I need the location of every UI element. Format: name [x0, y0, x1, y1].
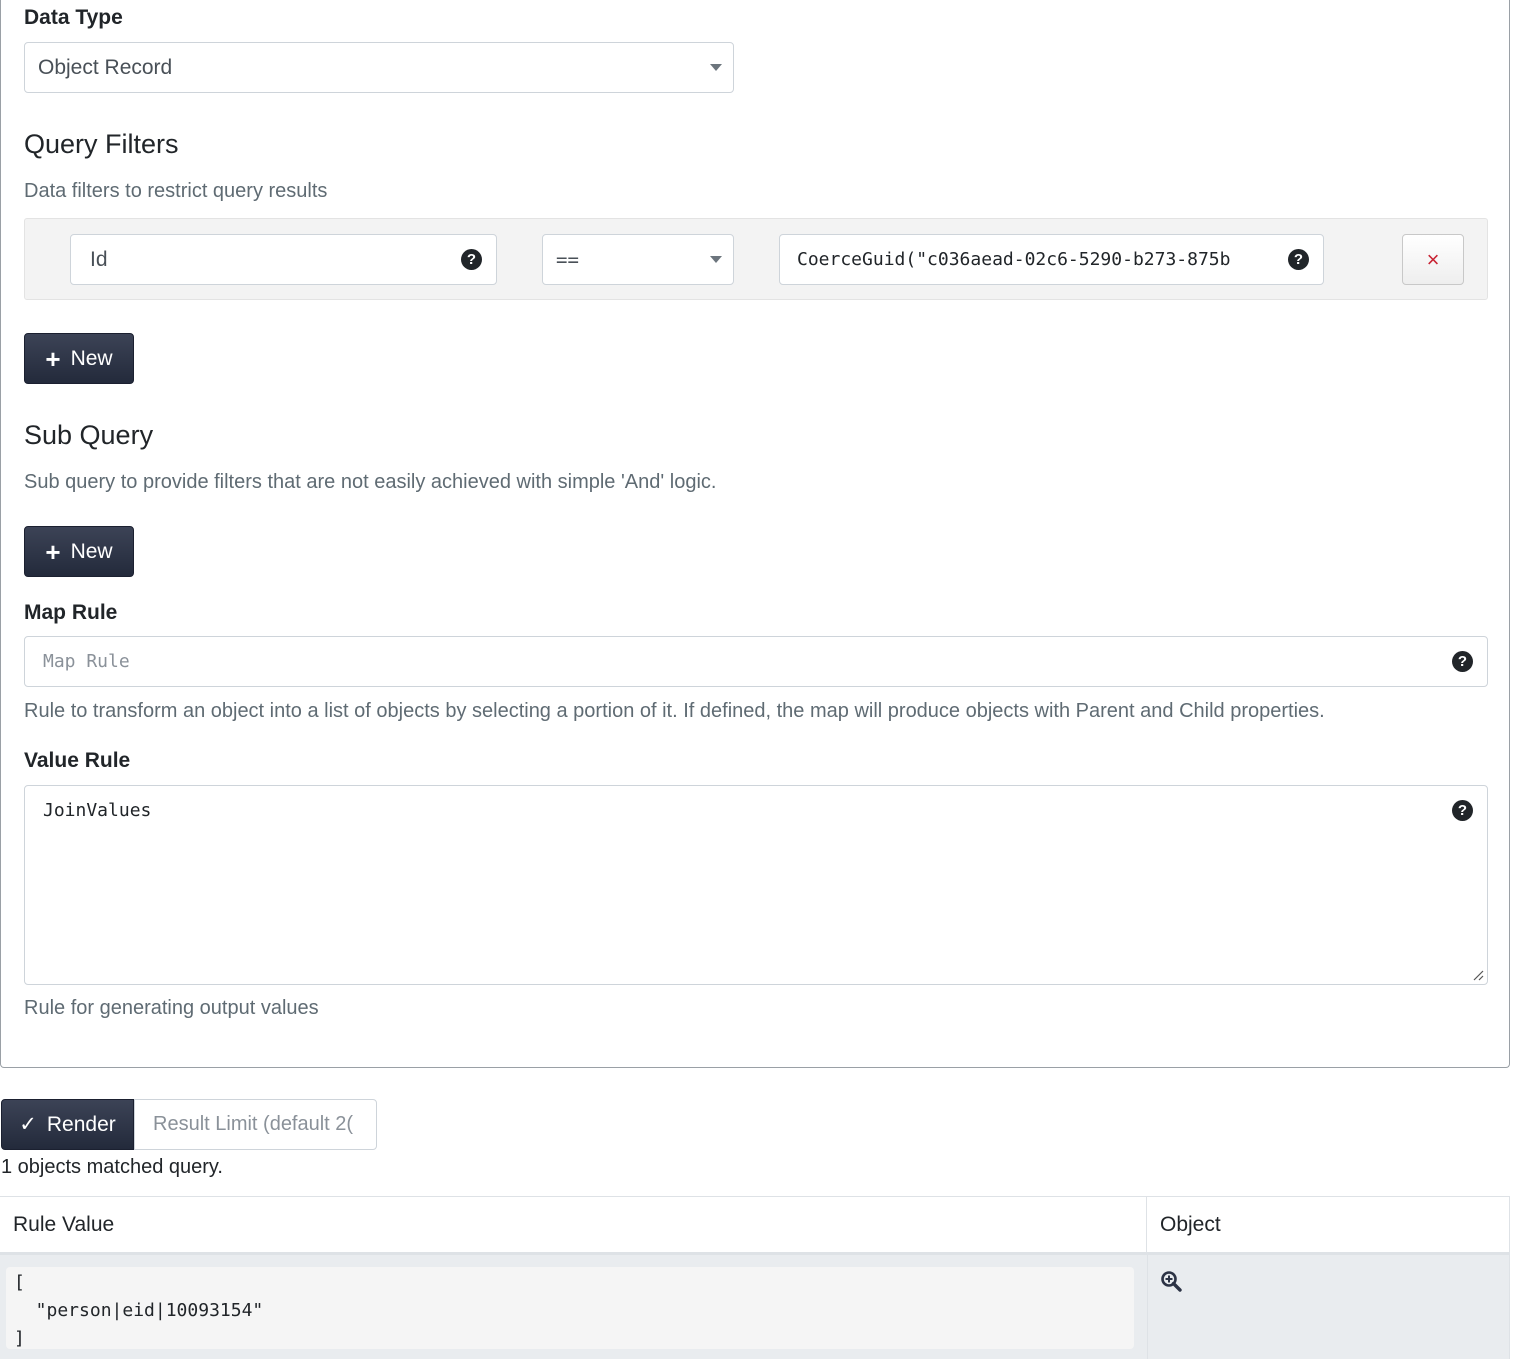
result-limit-placeholder: Result Limit (default 2(: [153, 1113, 354, 1135]
query-filters-title: Query Filters: [24, 129, 179, 159]
filter-row: Id ? == CoerceGuid("c036aead-02c6-5290-b…: [24, 218, 1488, 300]
column-header-rule-value: Rule Value: [0, 1197, 1147, 1253]
add-filter-label: New: [70, 346, 113, 370]
data-type-label: Data Type: [24, 6, 123, 29]
resize-handle-icon[interactable]: [1472, 969, 1484, 981]
table-row: [ "person|eid|10093154" ]: [0, 1255, 1510, 1359]
add-sub-query-button[interactable]: + New: [24, 526, 134, 577]
data-type-value: Object Record: [38, 55, 173, 79]
map-rule-description: Rule to transform an object into a list …: [24, 700, 1325, 722]
value-rule-label: Value Rule: [24, 749, 131, 772]
result-summary: 1 objects matched query.: [1, 1156, 223, 1178]
zoom-in-icon[interactable]: [1160, 1270, 1182, 1292]
question-circle-icon[interactable]: ?: [1288, 249, 1309, 270]
question-circle-icon[interactable]: ?: [1452, 651, 1473, 672]
map-rule-placeholder: Map Rule: [43, 651, 130, 672]
filter-operator-value: ==: [556, 248, 579, 271]
check-icon: ✓: [19, 1113, 37, 1136]
value-rule-description: Rule for generating output values: [24, 997, 319, 1019]
close-icon: ×: [1426, 246, 1440, 272]
question-circle-icon[interactable]: ?: [1452, 800, 1473, 821]
sub-query-title: Sub Query: [24, 420, 154, 450]
add-filter-button[interactable]: + New: [24, 333, 134, 384]
filter-value-text: CoerceGuid("c036aead-02c6-5290-b273-875b: [797, 249, 1231, 270]
map-rule-input[interactable]: Map Rule ?: [24, 636, 1488, 687]
map-rule-label: Map Rule: [24, 601, 118, 624]
add-sub-query-label: New: [70, 539, 113, 563]
column-header-object: Object: [1147, 1197, 1510, 1253]
value-rule-textarea[interactable]: JoinValues ?: [24, 785, 1488, 985]
column-divider: [1147, 1255, 1148, 1359]
remove-filter-button[interactable]: ×: [1402, 234, 1464, 285]
filter-field-value: Id: [90, 247, 108, 271]
render-label: Render: [46, 1112, 116, 1136]
filter-value-input[interactable]: CoerceGuid("c036aead-02c6-5290-b273-875b…: [779, 234, 1324, 285]
caret-down-icon: [710, 256, 722, 263]
render-button[interactable]: ✓ Render: [1, 1099, 134, 1150]
value-rule-value: JoinValues: [43, 800, 152, 821]
question-circle-icon[interactable]: ?: [461, 249, 482, 270]
sub-query-description: Sub query to provide filters that are no…: [24, 471, 717, 493]
rule-value-cell: [ "person|eid|10093154" ]: [6, 1267, 1134, 1349]
filter-field-input[interactable]: Id ?: [70, 234, 497, 285]
result-limit-input[interactable]: Result Limit (default 2(: [134, 1099, 377, 1150]
filter-operator-select[interactable]: ==: [542, 234, 734, 285]
caret-down-icon: [710, 64, 722, 71]
query-editor-panel: Data Type Object Record Query Filters Da…: [0, 0, 1510, 1068]
data-type-select[interactable]: Object Record: [24, 42, 734, 93]
plus-icon: +: [45, 536, 61, 567]
results-table: Rule Value Object [ "person|eid|10093154…: [0, 1196, 1510, 1359]
query-filters-description: Data filters to restrict query results: [24, 180, 328, 202]
plus-icon: +: [45, 343, 61, 374]
